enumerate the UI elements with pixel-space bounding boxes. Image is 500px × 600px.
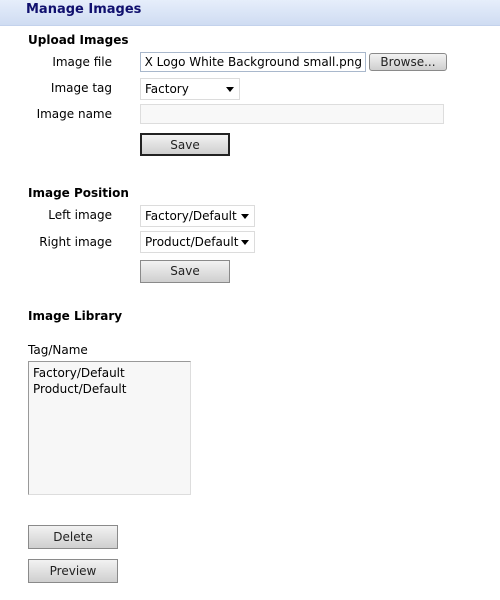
page-header: Manage Images bbox=[0, 0, 500, 26]
library-section-title: Image Library bbox=[28, 309, 123, 323]
position-section-title: Image Position bbox=[28, 186, 129, 200]
list-item[interactable]: Factory/Default bbox=[33, 365, 186, 381]
image-name-input[interactable] bbox=[140, 104, 444, 124]
image-tag-select[interactable]: Factory bbox=[140, 78, 240, 100]
upload-save-button[interactable]: Save bbox=[140, 133, 230, 156]
image-name-label: Image name bbox=[36, 107, 112, 121]
preview-button[interactable]: Preview bbox=[28, 559, 118, 583]
chevron-down-icon bbox=[241, 214, 249, 219]
image-library-list[interactable]: Factory/Default Product/Default bbox=[28, 361, 191, 495]
chevron-down-icon bbox=[226, 87, 234, 92]
left-image-select[interactable]: Factory/Default bbox=[140, 205, 255, 227]
tag-name-label: Tag/Name bbox=[28, 343, 88, 357]
image-file-input[interactable]: - X Logo White Background small.png bbox=[140, 52, 366, 72]
right-image-value: Product/Default bbox=[145, 235, 239, 249]
image-tag-value: Factory bbox=[145, 82, 189, 96]
image-tag-label: Image tag bbox=[50, 81, 112, 95]
image-file-value: - X Logo White Background small.png bbox=[140, 55, 362, 69]
upload-section-title: Upload Images bbox=[28, 33, 129, 47]
left-image-label: Left image bbox=[48, 208, 112, 222]
browse-button[interactable]: Browse... bbox=[369, 53, 447, 71]
chevron-down-icon bbox=[241, 240, 249, 245]
page-title: Manage Images bbox=[26, 2, 142, 17]
delete-button[interactable]: Delete bbox=[28, 525, 118, 549]
list-item[interactable]: Product/Default bbox=[33, 381, 186, 397]
right-image-select[interactable]: Product/Default bbox=[140, 231, 255, 253]
position-save-button[interactable]: Save bbox=[140, 260, 230, 283]
right-image-label: Right image bbox=[39, 235, 112, 249]
image-file-label: Image file bbox=[52, 55, 112, 69]
left-image-value: Factory/Default bbox=[145, 209, 237, 223]
